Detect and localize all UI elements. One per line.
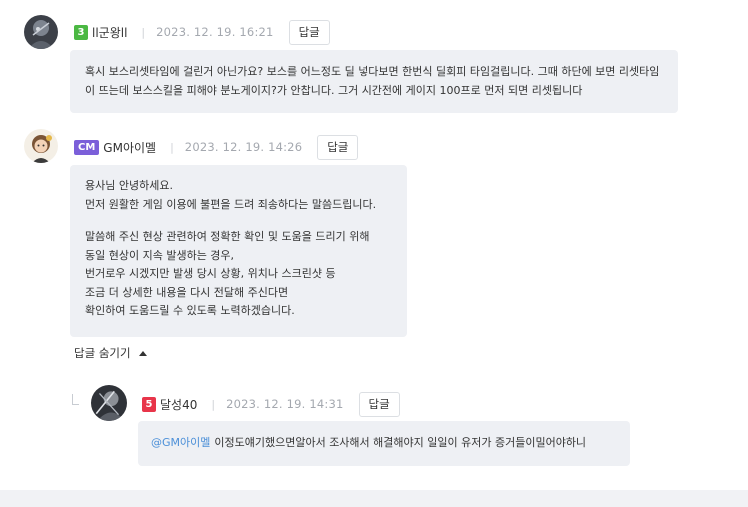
- caret-up-icon: [138, 350, 147, 356]
- user-avatar[interactable]: [24, 129, 58, 163]
- author-name[interactable]: 달성40: [160, 396, 197, 413]
- reply-text: 이정도얘기했으면알아서 조사해서 해결해야지 일일이 유저가 증거들이밀어야하니: [214, 436, 587, 449]
- comment-text: @GM아이멜 이정도얘기했으면알아서 조사해서 해결해야지 일일이 유저가 증거들…: [151, 434, 617, 453]
- comment-line: 조금 더 상세한 내용을 다시 전달해 주신다면: [85, 285, 289, 299]
- reply-button[interactable]: 답글: [358, 391, 400, 417]
- comment-body: 혹시 보스리셋타임에 걸린거 아닌가요? 보스를 어느정도 딜 넣다보면 한번식…: [70, 50, 678, 113]
- comment-panel: 3 ll군왕ll | 2023. 12. 19. 16:21 답글 혹시 보스리…: [0, 0, 748, 490]
- comment-line: 말씀해 주신 현상 관련하여 정확한 확인 및 도움을 드리기 위해: [85, 230, 370, 243]
- gm-badge: CM: [74, 139, 100, 155]
- divider: |: [170, 140, 174, 154]
- comment-line: 먼저 원활한 게임 이용에 불편을 드려 죄송하다는 말씀드립니다.: [85, 197, 377, 211]
- comment-body: @GM아이멜 이정도얘기했으면알아서 조사해서 해결해야지 일일이 유저가 증거들…: [138, 421, 630, 466]
- author-name[interactable]: GM아이멜: [103, 139, 156, 156]
- reply-button[interactable]: 답글: [317, 134, 359, 160]
- comment-line: 번거로우 시겠지만 발생 당시 상황, 위치나 스크린샷 등: [85, 267, 336, 280]
- hide-replies-toggle[interactable]: 답글 숨기기: [74, 345, 147, 361]
- comment-meta: 3 ll군왕ll | 2023. 12. 19. 16:21 답글: [74, 19, 330, 45]
- hide-replies-label: 답글 숨기기: [74, 346, 131, 360]
- user-avatar[interactable]: [91, 385, 127, 421]
- comment-date: 2023. 12. 19. 16:21: [156, 25, 274, 39]
- reply-indent-icon: [72, 394, 79, 405]
- user-avatar[interactable]: [24, 15, 58, 49]
- comment-line: 확인하여 도움드릴 수 있도록 노력하겠습니다.: [85, 304, 295, 317]
- comment-date: 2023. 12. 19. 14:26: [184, 140, 303, 154]
- comment-meta: CM GM아이멜 | 2023. 12. 19. 14:26 답글: [74, 134, 359, 160]
- level-badge: 5: [142, 396, 156, 412]
- mention-link[interactable]: @GM아이멜: [151, 436, 210, 449]
- divider: |: [141, 25, 146, 39]
- comment-meta: 5 달성40 | 2023. 12. 19. 14:31 답글: [142, 391, 400, 417]
- divider: |: [211, 397, 216, 411]
- comment-date: 2023. 12. 19. 14:31: [226, 397, 344, 411]
- author-name[interactable]: ll군왕ll: [92, 24, 127, 41]
- comment-text: 혹시 보스리셋타임에 걸린거 아닌가요? 보스를 어느정도 딜 넣다보면 한번식…: [85, 65, 660, 97]
- level-badge: 3: [74, 24, 88, 40]
- reply-button[interactable]: 답글: [288, 19, 330, 45]
- comment-body: 용사님 안녕하세요. 먼저 원활한 게임 이용에 불편을 드려 죄송하다는 말씀…: [70, 165, 407, 337]
- comment-line: 동일 현상이 지속 발생하는 경우,: [85, 248, 235, 262]
- comment-line: 용사님 안녕하세요.: [85, 179, 173, 192]
- comment-line: [85, 214, 392, 228]
